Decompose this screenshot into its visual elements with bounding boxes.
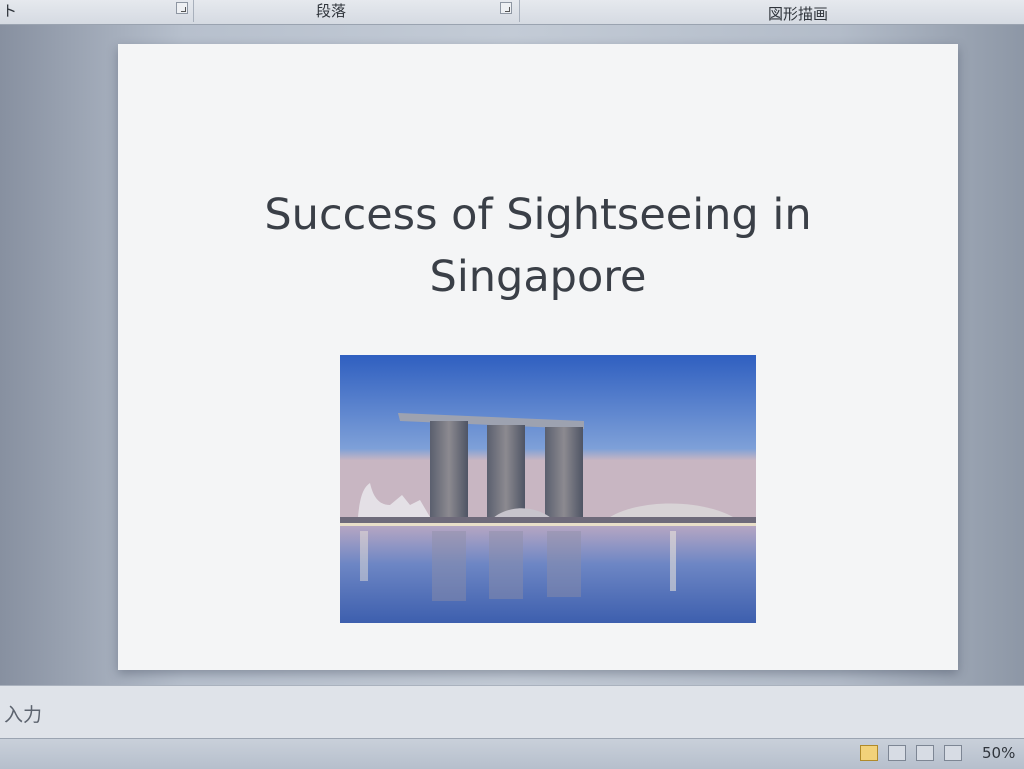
slide-image-marina-bay-sands[interactable]	[340, 355, 756, 623]
normal-view-icon[interactable]	[860, 745, 878, 761]
ribbon: ト 段落 図形描画	[0, 0, 1024, 25]
ribbon-separator	[193, 0, 194, 22]
tower-2	[487, 425, 525, 521]
ribbon-separator	[519, 0, 520, 22]
slide-canvas[interactable]: Success of Sightseeing in Singapore	[118, 44, 958, 670]
promenade-lights	[340, 523, 756, 526]
notes-placeholder: 入力	[4, 704, 43, 726]
status-bar: 50%	[0, 738, 1024, 769]
zoom-level[interactable]: 50%	[982, 744, 1015, 762]
light-reflection	[670, 531, 676, 591]
tower-1	[430, 421, 468, 521]
reading-view-icon[interactable]	[916, 745, 934, 761]
ribbon-group-font-label: ト	[2, 2, 18, 20]
tower-3	[545, 427, 583, 521]
slide-show-view-icon[interactable]	[944, 745, 962, 761]
ribbon-group-paragraph-label: 段落	[316, 2, 347, 20]
font-dialog-launcher-icon[interactable]	[176, 2, 188, 14]
tower-2-reflection	[489, 531, 523, 599]
light-reflection	[360, 531, 368, 581]
tower-1-reflection	[432, 531, 466, 601]
paragraph-dialog-launcher-icon[interactable]	[500, 2, 512, 14]
tower-3-reflection	[547, 531, 581, 597]
notes-pane[interactable]: 入力	[0, 685, 1024, 738]
slide-sorter-view-icon[interactable]	[888, 745, 906, 761]
ribbon-group-drawing-label: 図形描画	[768, 5, 829, 23]
slide-title[interactable]: Success of Sightseeing in Singapore	[238, 184, 838, 308]
